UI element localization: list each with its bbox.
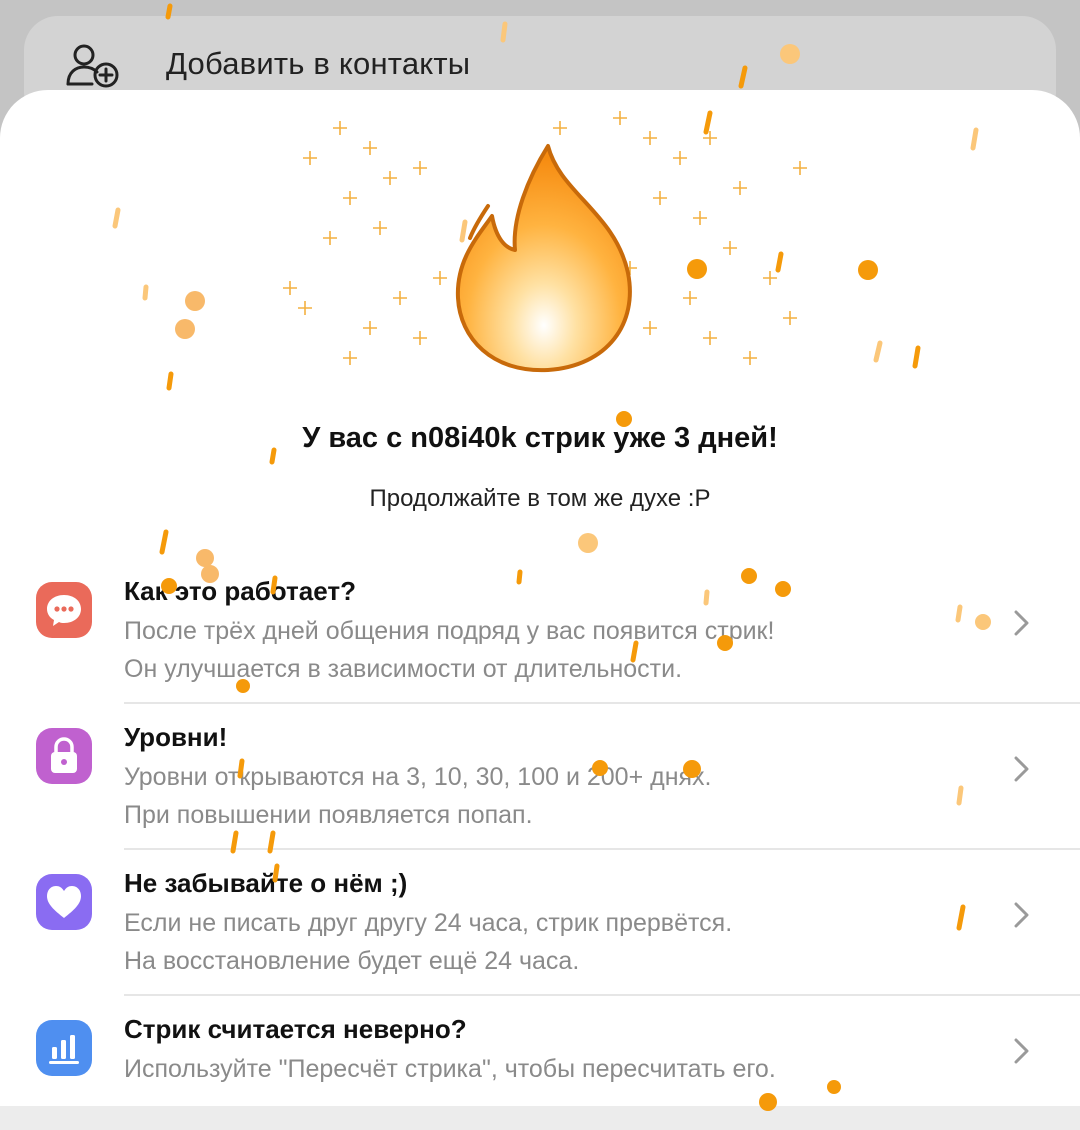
info-item-levels[interactable]: Уровни! Уровни открываются на 3, 10, 30,… — [0, 706, 1080, 852]
info-item-title: Уровни! — [124, 722, 228, 752]
chevron-right-icon — [1014, 756, 1029, 782]
info-item-desc-line1: После трёх дней общения подряд у вас поя… — [124, 617, 775, 645]
info-item-desc-line2: На восстановление будет ещё 24 часа. — [124, 947, 580, 975]
info-item-desc-line2: Он улучшается в зависимости от длительно… — [124, 655, 683, 683]
chevron-right-icon — [1014, 902, 1029, 928]
chat-bubble-icon — [36, 582, 92, 638]
info-item-wrong-streak[interactable]: Стрик считается неверно? Используйте "Пе… — [0, 998, 1080, 1106]
fire-icon — [282, 110, 808, 373]
divider — [124, 702, 1080, 704]
streak-bottom-sheet: У вас с n08i40k стрик уже 3 дней! Продол… — [0, 90, 1080, 1106]
info-item-desc-line1: Если не писать друг другу 24 часа, стрик… — [124, 909, 733, 937]
bar-chart-icon — [36, 1020, 92, 1076]
info-item-desc-line1: Используйте "Пересчёт стрика", чтобы пер… — [124, 1055, 776, 1083]
divider — [124, 848, 1080, 850]
divider — [124, 994, 1080, 996]
info-item-desc-line2: При повышении появляется попап. — [124, 801, 533, 829]
streak-subline: Продолжайте в том же духе :P — [369, 485, 711, 512]
info-item-title: Не забывайте о нём ;) — [124, 868, 408, 898]
bottom-strip — [0, 1106, 1080, 1130]
info-item-title: Как это работает? — [124, 576, 356, 606]
streak-headline: У вас с n08i40k стрик уже 3 дней! — [302, 422, 778, 454]
info-item-dont-forget[interactable]: Не забывайте о нём ;) Если не писать дру… — [0, 852, 1080, 998]
add-to-contacts-label: Добавить в контакты — [166, 46, 471, 81]
info-item-how-it-works[interactable]: Как это работает? После трёх дней общени… — [0, 560, 1080, 706]
chevron-right-icon — [1014, 610, 1029, 636]
add-user-icon — [66, 44, 119, 88]
info-item-desc-line1: Уровни открываются на 3, 10, 30, 100 и 2… — [124, 763, 712, 791]
lock-icon — [36, 728, 92, 784]
heart-icon — [36, 874, 92, 930]
info-item-title: Стрик считается неверно? — [124, 1014, 467, 1044]
chevron-right-icon — [1014, 1038, 1029, 1064]
